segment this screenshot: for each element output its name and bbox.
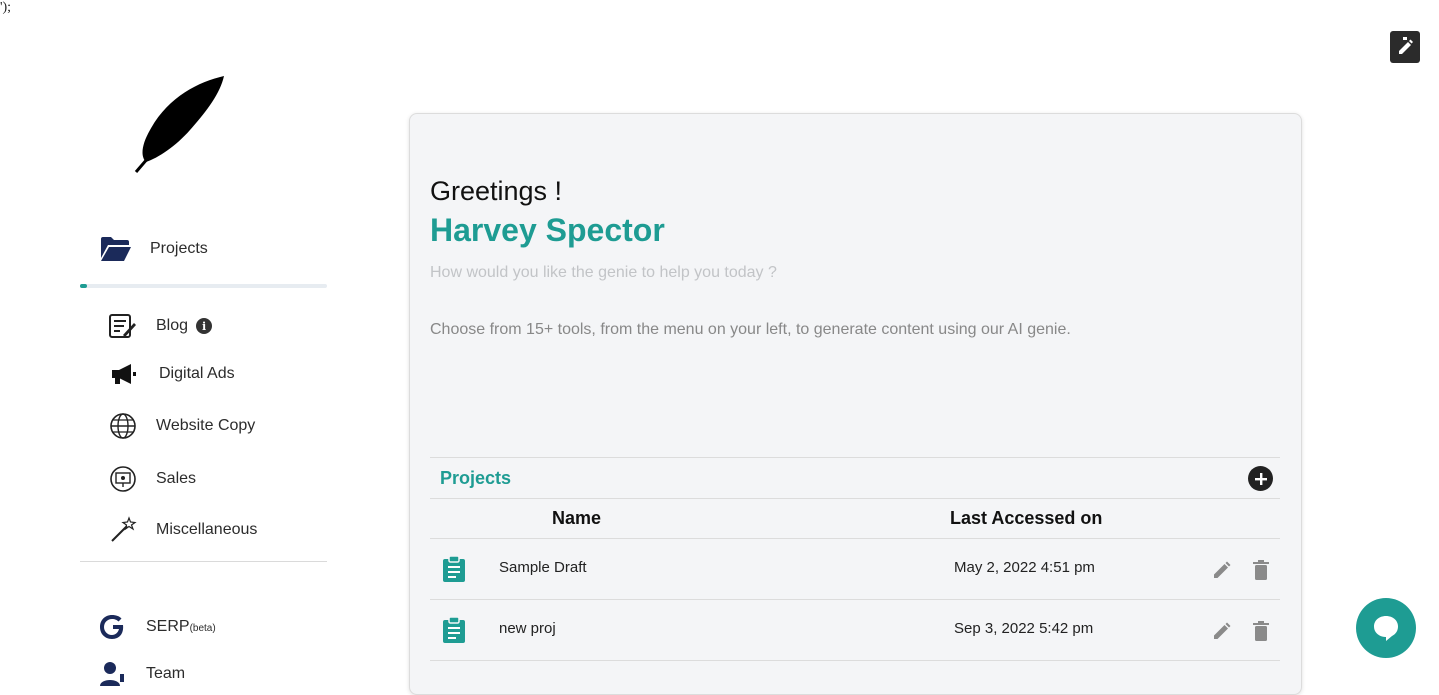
presentation-icon [108, 465, 138, 493]
project-date: May 2, 2022 4:51 pm [954, 559, 1095, 576]
project-name[interactable]: new proj [499, 620, 556, 637]
dashboard-card: Greetings ! Harvey Spector How would you… [409, 113, 1302, 695]
progress-fill [80, 284, 88, 288]
projects-table-header: Name Last Accessed on [430, 498, 1280, 539]
greeting: Greetings ! [430, 176, 563, 206]
pencil-clipboard-icon [1399, 37, 1413, 54]
chat-button[interactable] [1356, 598, 1416, 658]
serp-label: SERP [146, 618, 190, 635]
delete-icon[interactable] [1252, 621, 1270, 641]
globe-icon [108, 412, 138, 440]
sidebar-divider [80, 561, 327, 562]
folder-open-icon [101, 237, 131, 261]
add-project-button[interactable] [1248, 466, 1273, 491]
projects-header: Projects [430, 457, 1280, 499]
team-icon [98, 660, 128, 688]
plus-icon [1254, 472, 1267, 485]
progress-bar [80, 284, 327, 288]
sidebar-item-label: Digital Ads [159, 365, 235, 382]
help-text: How would you like the genie to help you… [430, 264, 777, 281]
magic-wand-icon [108, 516, 138, 544]
edit-icon[interactable] [1212, 560, 1232, 580]
column-last-accessed: Last Accessed on [950, 508, 1103, 528]
project-date: Sep 3, 2022 5:42 pm [954, 620, 1094, 637]
clipboard-icon [443, 556, 465, 582]
delete-icon[interactable] [1252, 560, 1270, 580]
project-name[interactable]: Sample Draft [499, 559, 587, 576]
sidebar-item-label: Projects [150, 240, 208, 257]
sidebar-item-label: Sales [156, 470, 197, 487]
edit-note-button[interactable] [1390, 31, 1420, 63]
edit-icon[interactable] [1212, 621, 1232, 641]
sidebar-item-label: Website Copy [156, 417, 256, 434]
clipboard-icon [443, 617, 465, 643]
sidebar-item-miscellaneous[interactable]: Miscellaneous [108, 516, 257, 544]
sidebar: Projects Blog i Digital Ads Website Copy… [80, 0, 328, 686]
sidebar-item-sales[interactable]: Sales [108, 465, 196, 493]
stray-text: '); [0, 0, 12, 15]
notes-icon [108, 312, 138, 340]
user-name: Harvey Spector [430, 212, 665, 248]
table-row[interactable]: new proj Sep 3, 2022 5:42 pm [430, 600, 1280, 661]
sidebar-item-label: Miscellaneous [156, 521, 258, 538]
info-icon[interactable]: i [196, 318, 213, 334]
projects-title: Projects [440, 468, 512, 488]
choose-text: Choose from 15+ tools, from the menu on … [430, 321, 1071, 338]
table-row[interactable]: Sample Draft May 2, 2022 4:51 pm [430, 539, 1280, 600]
sidebar-item-label: SERP(beta) [146, 618, 216, 636]
sidebar-item-website-copy[interactable]: Website Copy [108, 412, 255, 440]
sidebar-item-team[interactable]: Team [98, 660, 185, 688]
sidebar-item-label: Team [146, 665, 186, 682]
megaphone-icon [108, 360, 138, 388]
sidebar-item-digital-ads[interactable]: Digital Ads [108, 360, 235, 388]
sidebar-item-blog[interactable]: Blog i [108, 312, 213, 340]
sidebar-item-projects[interactable]: Projects [100, 236, 208, 262]
google-g-icon [98, 613, 128, 641]
beta-suffix: (beta) [189, 623, 216, 634]
chat-bubble-icon [1374, 616, 1398, 641]
column-name: Name [552, 508, 602, 528]
sidebar-item-serp[interactable]: SERP(beta) [98, 613, 216, 641]
sidebar-item-label: Blog [156, 317, 189, 334]
